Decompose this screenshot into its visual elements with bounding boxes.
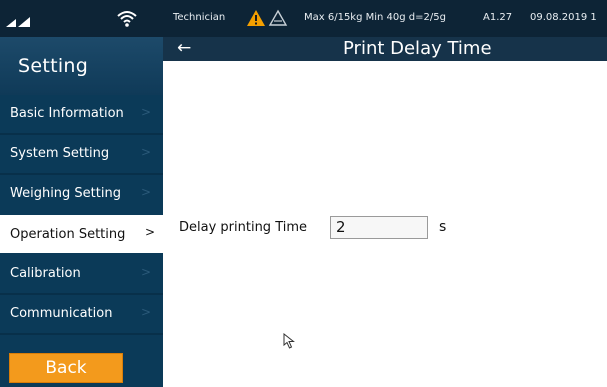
page-header: ← Print Delay Time (163, 37, 607, 61)
sidebar-item-operation-setting[interactable]: Operation Setting > (0, 215, 163, 253)
sidebar-item-label: Basic Information (10, 105, 124, 121)
sidebar-title: Setting (18, 55, 89, 77)
divider (0, 333, 163, 335)
sidebar-item-label: Calibration (10, 265, 81, 281)
wifi-icon (117, 11, 137, 27)
back-arrow-icon[interactable]: ← (177, 38, 191, 58)
sidebar-item-weighing-setting[interactable]: Weighing Setting > (0, 175, 163, 211)
chevron-right-icon: > (140, 265, 151, 279)
sidebar-item-label: Weighing Setting (10, 185, 121, 201)
status-bar: Technician Max 6/15kg Min 40g d=2/5g A1.… (0, 0, 607, 37)
user-role: Technician (173, 12, 226, 23)
chevron-right-icon: > (144, 225, 155, 239)
mouse-pointer-icon (283, 333, 295, 349)
sidebar-header: Setting (0, 37, 163, 95)
sidebar-item-label: System Setting (10, 145, 110, 161)
chevron-right-icon: > (140, 105, 151, 119)
warning-triangle-icon (247, 10, 265, 26)
version-label: A1.27 (483, 12, 513, 23)
delay-printing-time-label: Delay printing Time (179, 220, 308, 235)
sidebar-item-communication[interactable]: Communication > (0, 295, 163, 331)
delay-printing-time-input[interactable]: 2 (330, 216, 428, 239)
chevron-right-icon: > (140, 305, 151, 319)
sidebar-item-basic-information[interactable]: Basic Information > (0, 95, 163, 131)
page-title: Print Delay Time (343, 38, 492, 59)
chevron-right-icon: > (140, 145, 151, 159)
back-button[interactable]: Back (9, 353, 123, 383)
sidebar-item-calibration[interactable]: Calibration > (0, 255, 163, 291)
date-label: 09.08.2019 1 (530, 12, 597, 23)
unit-label: s (439, 219, 447, 235)
scale-icon (268, 9, 288, 26)
sidebar-item-label: Communication (10, 305, 113, 321)
signal-icon (6, 17, 30, 27)
chevron-right-icon: > (140, 185, 151, 199)
capacity-info: Max 6/15kg Min 40g d=2/5g (304, 12, 446, 23)
sidebar-item-label: Operation Setting (10, 226, 126, 242)
sidebar: Setting Basic Information > System Setti… (0, 37, 163, 387)
sidebar-item-system-setting[interactable]: System Setting > (0, 135, 163, 171)
